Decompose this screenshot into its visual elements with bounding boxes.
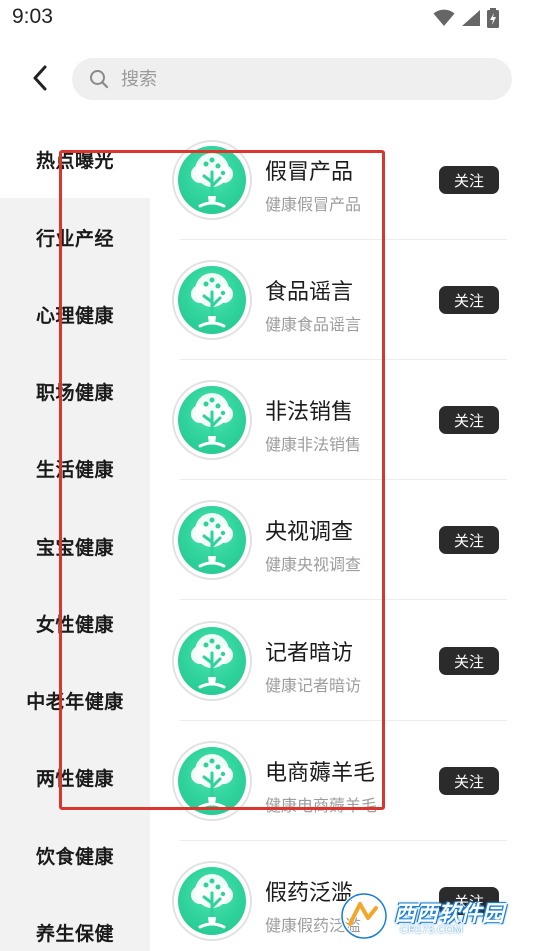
wifi-icon	[433, 9, 455, 26]
watermark: 西西软件园 CR173.COM	[338, 890, 528, 944]
list-item[interactable]: 非法销售 健康非法销售 关注	[150, 360, 535, 480]
status-bar: 9:03	[0, 0, 535, 36]
follow-button[interactable]: 关注	[439, 767, 499, 795]
money-tree-icon	[178, 266, 246, 334]
topic-title: 非法销售	[265, 400, 354, 425]
follow-button[interactable]: 关注	[439, 286, 499, 314]
list-item[interactable]: 电商薅羊毛 健康电商薅羊毛 关注	[150, 721, 535, 841]
list-item[interactable]: 假冒产品 健康假冒产品 关注	[150, 120, 535, 240]
sidebar-item-label: 生活健康	[35, 458, 114, 481]
status-icons	[433, 7, 499, 29]
signal-icon	[462, 10, 480, 26]
back-button[interactable]	[22, 60, 58, 96]
topic-subtitle: 健康电商薅羊毛	[265, 796, 378, 815]
sidebar-item-baby-health[interactable]: 宝宝健康	[0, 507, 150, 585]
sidebar-item-mental-health[interactable]: 心理健康	[0, 275, 150, 353]
money-tree-icon	[178, 506, 246, 574]
sidebar-item-label: 宝宝健康	[35, 536, 114, 559]
money-tree-icon	[178, 867, 246, 935]
search-bar[interactable]	[72, 58, 512, 100]
topic-title: 食品谣言	[265, 280, 354, 305]
sidebar-item-label: 行业产经	[35, 227, 114, 250]
topic-subtitle: 健康央视调查	[265, 555, 362, 574]
watermark-logo-icon	[340, 892, 388, 940]
search-input[interactable]	[121, 58, 491, 100]
sidebar-item-label: 女性健康	[35, 613, 114, 636]
sidebar-item-elderly-health[interactable]: 中老年健康	[0, 661, 150, 739]
sidebar-item-label: 中老年健康	[26, 690, 124, 713]
topic-list: 假冒产品 健康假冒产品 关注 食品谣言 健康食品谣言 关注 非法销售 健康非法销…	[150, 120, 535, 951]
topic-subtitle: 健康记者暗访	[265, 676, 362, 695]
battery-icon	[487, 8, 499, 28]
follow-button[interactable]: 关注	[439, 166, 499, 194]
list-item[interactable]: 央视调查 健康央视调查 关注	[150, 480, 535, 600]
chevron-left-icon	[33, 65, 47, 91]
app-screen: 9:03 搜索 热点曝光 行业产经 心理健康 职场健康 生活健康 宝宝健康 女性…	[0, 0, 535, 951]
sidebar-item-label: 两性健康	[35, 767, 114, 790]
topic-subtitle: 健康非法销售	[265, 435, 362, 454]
header	[0, 36, 535, 120]
topic-avatar	[172, 380, 252, 460]
status-time: 9:03	[12, 5, 53, 28]
topic-subtitle: 健康假冒产品	[265, 195, 362, 214]
money-tree-icon	[178, 386, 246, 454]
search-icon	[90, 70, 109, 89]
money-tree-icon	[178, 146, 246, 214]
divider	[180, 599, 507, 600]
sidebar-item-sexual-health[interactable]: 两性健康	[0, 738, 150, 816]
topic-title: 假冒产品	[265, 160, 354, 185]
sidebar-item-industry[interactable]: 行业产经	[0, 198, 150, 276]
topic-avatar	[172, 861, 252, 941]
sidebar-item-diet-health[interactable]: 饮食健康	[0, 816, 150, 894]
topic-avatar	[172, 260, 252, 340]
watermark-subtext: CR173.COM	[400, 924, 463, 936]
topic-title: 记者暗访	[265, 641, 354, 666]
topic-avatar	[172, 140, 252, 220]
sidebar-item-wellness[interactable]: 养生保健	[0, 893, 150, 951]
topic-avatar	[172, 500, 252, 580]
sidebar-item-label: 饮食健康	[35, 845, 114, 868]
topic-title: 电商薅羊毛	[265, 761, 376, 786]
sidebar-item-life-health[interactable]: 生活健康	[0, 429, 150, 507]
topic-avatar	[172, 741, 252, 821]
topic-subtitle: 健康食品谣言	[265, 315, 362, 334]
sidebar-item-label: 养生保健	[35, 922, 114, 945]
list-item[interactable]: 记者暗访 健康记者暗访 关注	[150, 601, 535, 721]
topic-avatar	[172, 621, 252, 701]
follow-button[interactable]: 关注	[439, 647, 499, 675]
sidebar-item-label: 心理健康	[35, 304, 114, 327]
follow-button[interactable]: 关注	[439, 406, 499, 434]
sidebar-item-label: 职场健康	[35, 381, 114, 404]
sidebar-item-label: 热点曝光	[35, 149, 114, 172]
sidebar-item-workplace-health[interactable]: 职场健康	[0, 352, 150, 430]
follow-button[interactable]: 关注	[439, 526, 499, 554]
money-tree-icon	[178, 627, 246, 695]
sidebar-item-hot-exposure[interactable]: 热点曝光	[0, 120, 150, 198]
topic-title: 央视调查	[265, 520, 354, 545]
list-item[interactable]: 食品谣言 健康食品谣言 关注	[150, 240, 535, 360]
money-tree-icon	[178, 747, 246, 815]
sidebar-item-women-health[interactable]: 女性健康	[0, 584, 150, 662]
category-sidebar: 热点曝光 行业产经 心理健康 职场健康 生活健康 宝宝健康 女性健康 中老年健康…	[0, 120, 150, 951]
